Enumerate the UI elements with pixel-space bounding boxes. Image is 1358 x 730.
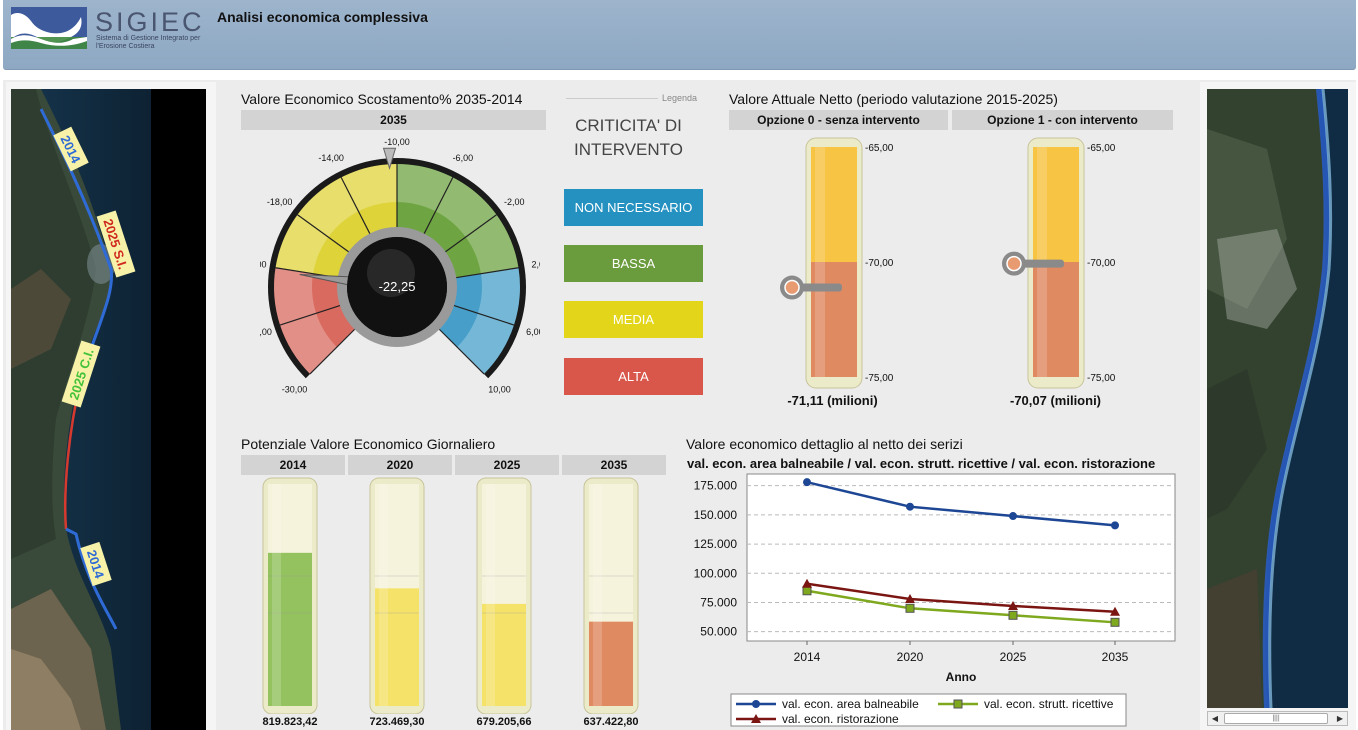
- legend-caption: Legenda: [662, 93, 698, 103]
- line-point: [1008, 610, 1018, 620]
- van-scale-label: -70,00: [865, 258, 894, 269]
- van-title: Valore Attuale Netto (periodo valutazion…: [729, 91, 1058, 107]
- daily-value-2014: 819.823,42: [262, 716, 318, 728]
- van-scale-label: -75,00: [1087, 373, 1116, 384]
- gauge-chart: -30,00 -26,00 -22,00 -18,00 -14,00 -10,00 -6,0…: [260, 137, 540, 395]
- scroll-left-icon[interactable]: ◀: [1208, 712, 1222, 725]
- legend-title-line1: CRITICITA' DI: [575, 116, 682, 135]
- daily-value-2020: 723.469,30: [369, 716, 425, 728]
- legend-alta: ALTA: [564, 358, 703, 395]
- gauge-value: -22,25: [379, 279, 416, 294]
- legend-title-line2: INTERVENTO: [574, 140, 683, 159]
- daily-tube-sheen: [593, 484, 602, 706]
- page-title: Analisi economica complessiva: [217, 9, 428, 25]
- van-thermometers: -65,00 -70,00 -75,00 -65,00 -70,00 -75,00: [780, 137, 1116, 389]
- scrollbar-thumb[interactable]: ||||: [1224, 713, 1328, 724]
- van-marker-dot: [1006, 255, 1022, 272]
- gauge-tick-label: -26,00: [260, 327, 272, 337]
- daily-tube-sheen: [379, 484, 388, 706]
- left-coast-map[interactable]: 2014 2025 S.I. 2025 C.I. 2014: [11, 89, 206, 730]
- line-chart-legend: val. econ. area balneabile val. econ. str…: [730, 693, 1127, 727]
- gauge-tick-label: -14,00: [318, 153, 344, 163]
- line-point: [1110, 617, 1120, 627]
- daily-tube-sheen: [486, 484, 495, 706]
- van-scale-label: -75,00: [865, 373, 894, 384]
- right-coast-map[interactable]: [1207, 89, 1348, 708]
- detail-line-chart: 175.000 150.000 125.000 100.000 75.000 50.000…: [694, 473, 1176, 727]
- legend-bassa: BASSA: [564, 245, 703, 282]
- daily-value-2035: 637.422,80: [583, 716, 639, 728]
- gauge-tick-label: 6,00: [526, 327, 540, 337]
- line-chart-y-tick: 150.000: [694, 508, 738, 522]
- line-point: [905, 603, 915, 613]
- van-scale-label: -65,00: [865, 143, 894, 154]
- line-chart-y-tick: 175.000: [694, 479, 738, 493]
- sigiec-logo: SIGIEC Sistema di Gestione Integrato per…: [11, 5, 202, 51]
- line-point: [1009, 512, 1017, 521]
- van-marker-dot: [784, 279, 800, 296]
- line-point: [1111, 521, 1119, 530]
- gauge-tick-label: -22,00: [260, 259, 267, 269]
- daily-header-2020: 2020: [348, 455, 452, 475]
- daily-value-bars: [262, 477, 639, 714]
- van-tube-sheen: [815, 147, 825, 377]
- gauge-title: Valore Economico Scostamento% 2035-2014: [241, 91, 523, 107]
- line-point: [802, 586, 812, 596]
- gauge-column-header: 2035: [241, 110, 546, 130]
- daily-header-2014: 2014: [241, 455, 345, 475]
- van-option1-header: Opzione 1 - con intervento: [952, 110, 1173, 130]
- gauge-tick-label: -10,00: [384, 137, 410, 147]
- gauge-tick-label: -30,00: [282, 385, 308, 395]
- daily-title: Potenziale Valore Economico Giornaliero: [241, 436, 496, 452]
- line-chart-x-tick: 2020: [897, 650, 924, 664]
- detail-chart-subtitle: val. econ. area balneabile / val. econ. …: [687, 456, 1156, 471]
- gauge-tick-label: -2,00: [504, 197, 525, 207]
- legend-divider: [566, 98, 658, 99]
- legend-non-necessario: NON NECESSARIO: [564, 189, 703, 226]
- logo-name: SIGIEC: [95, 7, 205, 37]
- line-chart-plot-area: [746, 473, 1176, 642]
- daily-value-2025: 679.205,66: [476, 716, 532, 728]
- detail-chart-title: Valore economico dettaglio al netto dei …: [686, 436, 963, 452]
- legend-media: MEDIA: [564, 301, 703, 338]
- legend-marker: [752, 700, 760, 708]
- logo-subtitle: Sistema di Gestione Integrato per l'Eros…: [96, 35, 201, 50]
- daily-header-2025: 2025: [455, 455, 559, 475]
- gauge-tick-label: -6,00: [453, 153, 474, 163]
- line-chart-y-tick: 75.000: [700, 595, 737, 609]
- gauge-tick-label: -18,00: [267, 197, 293, 207]
- line-chart-x-tick: 2035: [1102, 650, 1129, 664]
- line-chart-x-tick: 2025: [1000, 650, 1027, 664]
- line-point: [906, 502, 914, 511]
- daily-header-2035: 2035: [562, 455, 666, 475]
- app-header: SIGIEC Sistema di Gestione Integrato per…: [3, 0, 1356, 70]
- daily-tube-sheen: [272, 484, 281, 706]
- line-chart-x-tick: 2014: [794, 650, 821, 664]
- van-scale-label: -65,00: [1087, 143, 1116, 154]
- legend-label: val. econ. area balneabile: [782, 697, 919, 711]
- map-horizontal-scrollbar[interactable]: ◀ |||| ▶: [1207, 711, 1348, 726]
- van-option0-header: Opzione 0 - senza intervento: [729, 110, 948, 130]
- wave-logo-icon: [11, 7, 87, 49]
- legend-label: val. econ. ristorazione: [782, 712, 899, 726]
- line-chart-y-tick: 100.000: [694, 566, 738, 580]
- line-chart-y-tick: 125.000: [694, 537, 738, 551]
- gauge-tick-label: 2,00: [531, 259, 540, 269]
- legend-title: CRITICITA' DI INTERVENTO: [556, 114, 701, 162]
- van-scale-label: -70,00: [1087, 258, 1116, 269]
- van-option1-value: -70,07 (milioni): [1009, 393, 1102, 408]
- legend-label: val. econ. strutt. ricettive: [984, 697, 1114, 711]
- gauge-tick-label: 10,00: [488, 385, 511, 395]
- van-option0-value: -71,11 (milioni): [787, 393, 878, 408]
- line-chart-y-tick: 50.000: [700, 625, 737, 639]
- legend-marker: [953, 699, 963, 709]
- line-point: [803, 478, 811, 487]
- line-chart-x-label: Anno: [946, 670, 977, 684]
- scroll-right-icon[interactable]: ▶: [1333, 712, 1347, 725]
